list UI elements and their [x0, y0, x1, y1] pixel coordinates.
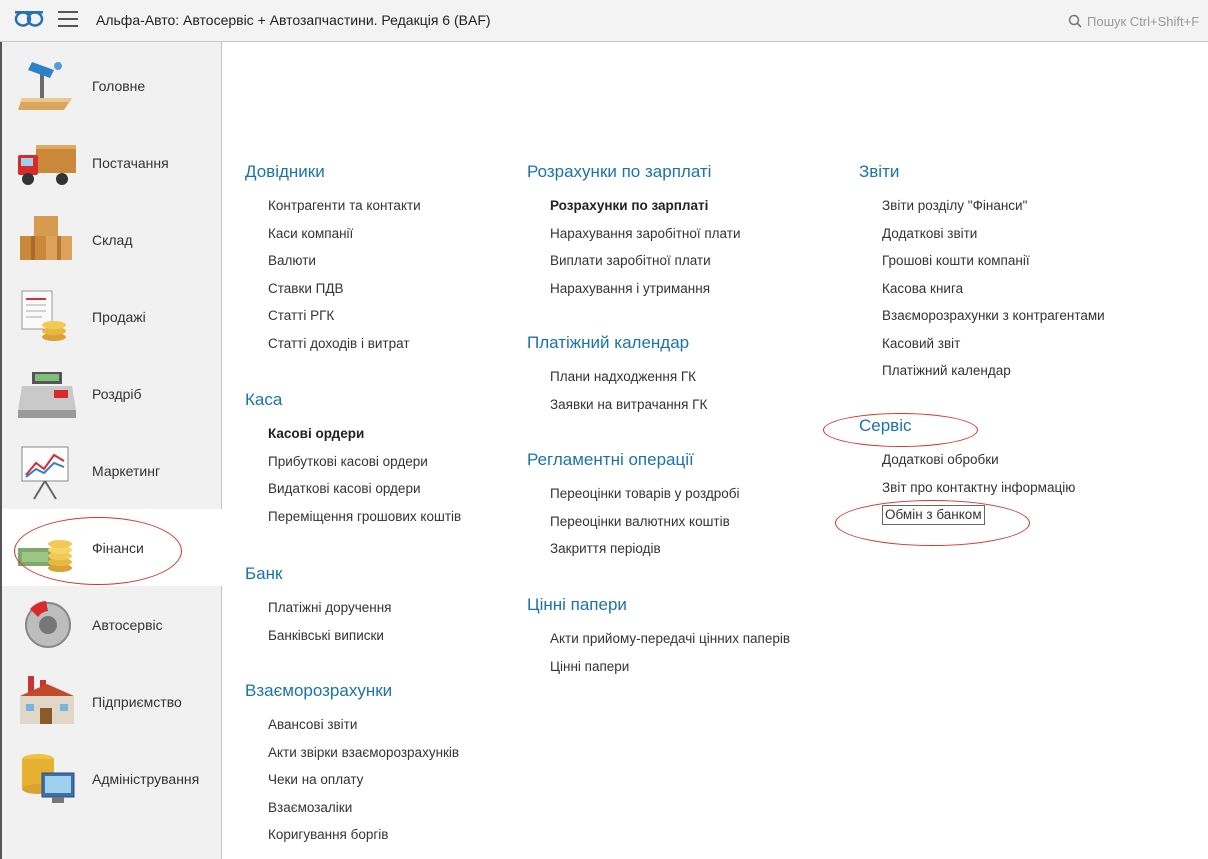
group-title[interactable]: Цінні папери: [527, 595, 790, 615]
group-title[interactable]: Довідники: [245, 162, 421, 182]
link-label: Обмін з банком: [882, 505, 985, 525]
group-vzaiemorozrakhunky: Взаєморозрахунки Авансові звіти Акти зві…: [245, 681, 459, 849]
link-item[interactable]: Взаємозаліки: [245, 794, 459, 822]
group-title[interactable]: Каса: [245, 390, 461, 410]
group-title[interactable]: Розрахунки по зарплаті: [527, 162, 741, 182]
sidebar-item-label: Підприємство: [92, 693, 182, 710]
search-input[interactable]: Пошук Ctrl+Shift+F: [1068, 10, 1208, 32]
database-monitor-icon: [22, 753, 75, 803]
group-title[interactable]: Банк: [245, 564, 391, 584]
sidebar-item-avtoservis[interactable]: Автосервіс: [2, 586, 222, 663]
sidebar-item-label: Адміністрування: [92, 770, 200, 787]
group-servis: Сервіс Додаткові обробки Звіт про контак…: [859, 416, 1075, 529]
link-item[interactable]: Грошові кошти компанії: [859, 247, 1105, 275]
link-item[interactable]: Статті РГК: [245, 302, 421, 330]
app-title: Альфа-Авто: Автосервіс + Автозапчастини.…: [96, 12, 491, 28]
group-dovidnyky: Довідники Контрагенти та контакти Каси к…: [245, 162, 421, 357]
link-item[interactable]: Плани надходження ГК: [527, 363, 707, 391]
link-item[interactable]: Касовий звіт: [859, 330, 1105, 358]
group-bank: Банк Платіжні доручення Банківські випис…: [245, 564, 391, 649]
sidebar-item-marketynh[interactable]: Маркетинг: [2, 432, 222, 509]
sidebar-item-label: Постачання: [92, 154, 169, 171]
link-item[interactable]: Взаєморозрахунки з контрагентами: [859, 302, 1105, 330]
link-item[interactable]: Ставки ПДВ: [245, 275, 421, 303]
app-logo-icon[interactable]: [14, 8, 44, 30]
brake-disc-icon: [25, 600, 71, 648]
sidebar-item-label: Склад: [92, 231, 133, 248]
link-item[interactable]: Банківські виписки: [245, 622, 391, 650]
link-item[interactable]: Нарахування заробітної плати: [527, 220, 741, 248]
group-zvity: Звіти Звіти розділу "Фінанси" Додаткові …: [859, 162, 1105, 385]
link-item[interactable]: Нарахування і утримання: [527, 275, 741, 303]
link-item[interactable]: Чеки на оплату: [245, 766, 459, 794]
desk-lamp-icon: [18, 61, 72, 110]
group-rehlamentni-operatsii: Регламентні операції Переоцінки товарів …: [527, 450, 740, 563]
link-item[interactable]: Розрахунки по зарплаті: [527, 192, 741, 220]
boxes-icon: [20, 215, 72, 260]
group-tsinni-papery: Цінні папери Акти прийому-передачі цінни…: [527, 595, 790, 680]
link-item[interactable]: Звіт про контактну інформацію: [859, 474, 1075, 502]
link-item-bank-exchange[interactable]: Обмін з банком: [859, 501, 1075, 529]
link-item[interactable]: Переоцінки валютних коштів: [527, 508, 740, 536]
search-placeholder: Пошук Ctrl+Shift+F: [1087, 13, 1200, 29]
link-item[interactable]: Видаткові касові ордери: [245, 475, 461, 503]
group-title[interactable]: Взаєморозрахунки: [245, 681, 459, 701]
search-icon: [1068, 14, 1082, 28]
truck-icon: [18, 144, 76, 185]
sidebar-item-prodazhi[interactable]: Продажі: [2, 278, 222, 355]
sidebar-item-label: Продажі: [92, 308, 146, 325]
link-item[interactable]: Касові ордери: [245, 420, 461, 448]
sidebar-item-holovne[interactable]: Головне: [2, 47, 222, 124]
group-title[interactable]: Регламентні операції: [527, 450, 740, 470]
link-item[interactable]: Заявки на витрачання ГК: [527, 391, 707, 419]
sidebar-item-finansy[interactable]: Фінанси: [2, 509, 222, 586]
sidebar-item-label: Фінанси: [92, 539, 144, 556]
link-item[interactable]: Касова книга: [859, 275, 1105, 303]
group-rozrakhunky-po-zarplati: Розрахунки по зарплаті Розрахунки по зар…: [527, 162, 741, 302]
sidebar-item-label: Головне: [92, 77, 146, 94]
sidebar-item-sklad[interactable]: Склад: [2, 201, 222, 278]
group-kasa: Каса Касові ордери Прибуткові касові орд…: [245, 390, 461, 530]
cash-register-icon: [18, 371, 76, 418]
link-item[interactable]: Валюти: [245, 247, 421, 275]
link-item[interactable]: Переміщення грошових коштів: [245, 503, 461, 531]
sidebar-item-pidpryiemstvo[interactable]: Підприємство: [2, 663, 222, 740]
link-item[interactable]: Додаткові обробки: [859, 446, 1075, 474]
link-item[interactable]: Контрагенти та контакти: [245, 192, 421, 220]
link-item[interactable]: Прибуткові касові ордери: [245, 448, 461, 476]
link-item[interactable]: Акти прийому-передачі цінних паперів: [527, 625, 790, 653]
link-item[interactable]: Платіжний календар: [859, 357, 1105, 385]
sidebar-item-label: Роздріб: [92, 385, 142, 402]
group-title[interactable]: Платіжний календар: [527, 333, 707, 353]
factory-icon: [20, 675, 74, 724]
group-title[interactable]: Звіти: [859, 162, 1105, 182]
link-item[interactable]: Звіти розділу "Фінанси": [859, 192, 1105, 220]
link-item[interactable]: Коригування боргів: [245, 821, 459, 849]
main-menu-icon[interactable]: [58, 11, 78, 27]
link-item[interactable]: Платіжні доручення: [245, 594, 391, 622]
invoice-coins-icon: [21, 290, 66, 341]
group-title[interactable]: Сервіс: [859, 416, 1075, 436]
link-item[interactable]: Додаткові звіти: [859, 220, 1105, 248]
link-item[interactable]: Акти звірки взаєморозрахунків: [245, 739, 459, 767]
sidebar-item-administruvannia[interactable]: Адміністрування: [2, 740, 222, 817]
sidebar-item-postachannia[interactable]: Постачання: [2, 124, 222, 201]
link-item[interactable]: Виплати заробітної плати: [527, 247, 741, 275]
link-item[interactable]: Цінні папери: [527, 653, 790, 681]
link-item[interactable]: Закриття періодів: [527, 535, 740, 563]
link-item[interactable]: Статті доходів і витрат: [245, 330, 421, 358]
sections-sidebar: Головне Постачання Склад Продажі Роздріб…: [0, 42, 222, 859]
sidebar-item-label: Маркетинг: [92, 462, 161, 479]
group-platizhnyi-kalendar: Платіжний календар Плани надходження ГК …: [527, 333, 707, 418]
title-bar: Альфа-Авто: Автосервіс + Автозапчастини.…: [0, 0, 1208, 42]
sidebar-item-label: Автосервіс: [92, 616, 163, 633]
link-item[interactable]: Авансові звіти: [245, 711, 459, 739]
link-item[interactable]: Переоцінки товарів у роздробі: [527, 480, 740, 508]
link-item[interactable]: Каси компанії: [245, 220, 421, 248]
chart-easel-icon: [21, 446, 69, 500]
sidebar-item-rozdrib[interactable]: Роздріб: [2, 355, 222, 432]
money-coins-icon: [18, 539, 72, 572]
